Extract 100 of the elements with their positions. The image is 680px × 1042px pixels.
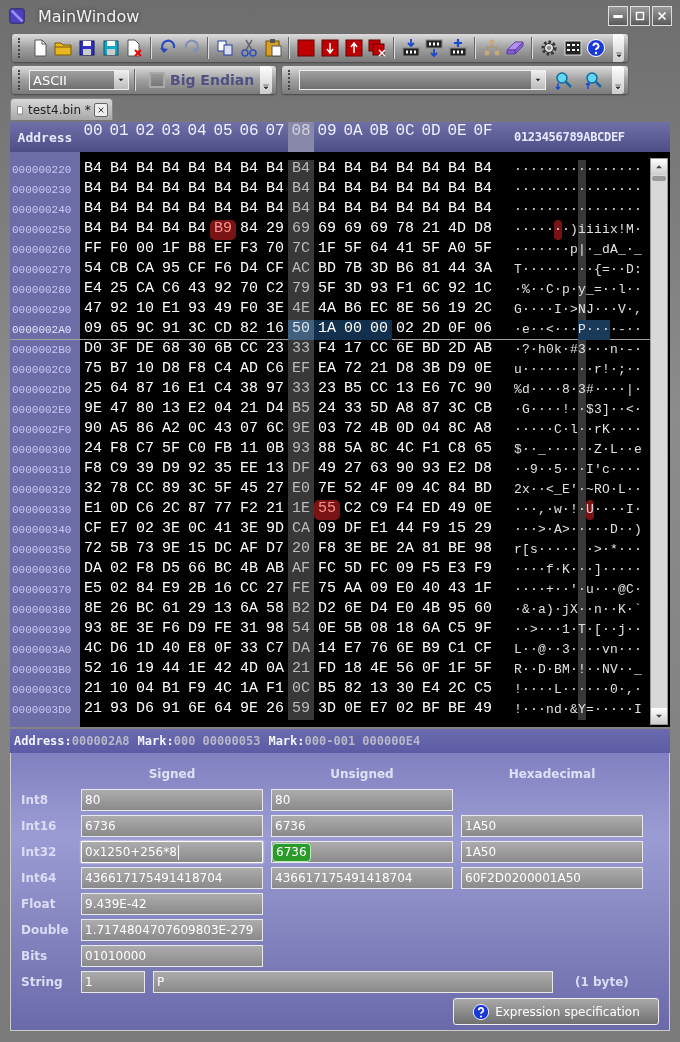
hex-byte[interactable]: B4: [236, 160, 262, 180]
hex-byte[interactable]: 73: [132, 540, 158, 560]
hex-byte[interactable]: 4C: [80, 640, 106, 660]
scrollbar[interactable]: [650, 158, 668, 725]
hex-byte[interactable]: D2: [314, 600, 340, 620]
hex-byte[interactable]: F8: [132, 560, 158, 580]
hex-byte[interactable]: 4B: [418, 600, 444, 620]
hex-byte[interactable]: 2A: [392, 540, 418, 560]
hex-byte[interactable]: E0: [288, 480, 314, 500]
hex-byte[interactable]: CB: [106, 260, 132, 280]
hex-byte[interactable]: 9F: [470, 620, 496, 640]
hex-byte[interactable]: BF: [418, 700, 444, 720]
hex-byte[interactable]: 0B: [262, 440, 288, 460]
hex-byte[interactable]: 29: [262, 220, 288, 240]
hex-byte[interactable]: D9: [158, 460, 184, 480]
hex-byte[interactable]: 02: [106, 580, 132, 600]
hex-byte[interactable]: B4: [236, 180, 262, 200]
hex-byte[interactable]: B4: [288, 180, 314, 200]
hex-byte[interactable]: 2C: [158, 500, 184, 520]
tab-close-button[interactable]: [93, 102, 108, 117]
hex-byte[interactable]: 93: [80, 620, 106, 640]
hex-byte[interactable]: CB: [470, 400, 496, 420]
hex-byte[interactable]: E7: [340, 640, 366, 660]
hex-byte[interactable]: 54: [288, 620, 314, 640]
hex-byte[interactable]: 02: [106, 560, 132, 580]
hex-byte[interactable]: C0: [184, 440, 210, 460]
hex-byte[interactable]: D6: [106, 640, 132, 660]
hex-byte[interactable]: 1F: [314, 240, 340, 260]
hex-byte[interactable]: 84: [132, 580, 158, 600]
hex-byte[interactable]: 5D: [340, 560, 366, 580]
hex-byte[interactable]: B4: [444, 160, 470, 180]
hex-byte[interactable]: 21: [262, 500, 288, 520]
hex-byte[interactable]: 4C: [392, 440, 418, 460]
hex-byte[interactable]: 9E: [80, 400, 106, 420]
hex-byte[interactable]: FC: [366, 560, 392, 580]
hex-byte[interactable]: 23: [314, 380, 340, 400]
hex-byte[interactable]: 69: [366, 220, 392, 240]
hex-byte[interactable]: 0C: [184, 520, 210, 540]
hex-byte[interactable]: 7C: [288, 240, 314, 260]
hex-byte[interactable]: 55: [314, 500, 340, 520]
hex-byte[interactable]: 03: [314, 420, 340, 440]
hex-byte[interactable]: E1: [366, 520, 392, 540]
hex-byte[interactable]: 0D: [392, 420, 418, 440]
hex-byte[interactable]: D8: [470, 220, 496, 240]
hex-byte[interactable]: 68: [158, 340, 184, 360]
hex-byte[interactable]: B4: [288, 200, 314, 220]
hex-byte[interactable]: 5F: [210, 480, 236, 500]
hex-byte[interactable]: 93: [184, 300, 210, 320]
hex-byte[interactable]: CA: [132, 260, 158, 280]
hex-byte[interactable]: E7: [366, 700, 392, 720]
hex-byte[interactable]: B4: [470, 160, 496, 180]
hex-byte[interactable]: F2: [236, 500, 262, 520]
hex-byte[interactable]: 2D: [418, 320, 444, 340]
hex-byte[interactable]: 49: [470, 700, 496, 720]
hex-byte[interactable]: 43: [444, 580, 470, 600]
hex-byte[interactable]: 92: [106, 300, 132, 320]
hex-byte[interactable]: 09: [80, 320, 106, 340]
hex-byte[interactable]: 15: [444, 520, 470, 540]
hex-byte[interactable]: AF: [288, 560, 314, 580]
hex-byte[interactable]: 06: [470, 320, 496, 340]
hex-byte[interactable]: 3E: [340, 540, 366, 560]
hex-byte[interactable]: F1: [418, 440, 444, 460]
hex-byte[interactable]: 43: [210, 420, 236, 440]
hex-byte[interactable]: 79: [288, 280, 314, 300]
hex-byte[interactable]: 41: [210, 520, 236, 540]
hex-byte[interactable]: 0E: [314, 620, 340, 640]
hex-byte[interactable]: D5: [158, 560, 184, 580]
hex-byte[interactable]: F9: [470, 560, 496, 580]
column-header[interactable]: 07: [262, 122, 288, 152]
hex-byte[interactable]: B4: [366, 180, 392, 200]
hex-byte[interactable]: 59: [288, 700, 314, 720]
hex-byte[interactable]: 1E: [184, 660, 210, 680]
hex-byte[interactable]: 78: [106, 480, 132, 500]
hex-byte[interactable]: 9C: [132, 320, 158, 340]
hex-byte[interactable]: 3D: [340, 280, 366, 300]
hex-byte[interactable]: 8E: [392, 300, 418, 320]
hex-byte[interactable]: 41: [392, 240, 418, 260]
column-header[interactable]: 03: [158, 122, 184, 152]
hex-byte[interactable]: F6: [210, 260, 236, 280]
hex-byte[interactable]: 95: [444, 600, 470, 620]
checkbox[interactable]: [149, 72, 165, 88]
hex-byte[interactable]: 2D: [444, 340, 470, 360]
hex-byte[interactable]: 72: [340, 420, 366, 440]
hex-byte[interactable]: C6: [132, 500, 158, 520]
hex-byte[interactable]: B4: [158, 160, 184, 180]
hex-byte[interactable]: 21: [418, 220, 444, 240]
hex-byte[interactable]: 92: [210, 280, 236, 300]
hex-byte[interactable]: 24: [80, 440, 106, 460]
hex-byte[interactable]: 33: [236, 640, 262, 660]
hex-byte[interactable]: 4B: [236, 560, 262, 580]
minimize-button[interactable]: [608, 6, 628, 26]
square-up-arrow-icon[interactable]: [342, 36, 365, 60]
hex-byte[interactable]: 5F: [418, 240, 444, 260]
hex-byte[interactable]: D4: [236, 260, 262, 280]
hex-byte[interactable]: 45: [236, 480, 262, 500]
hex-byte[interactable]: A2: [158, 420, 184, 440]
hex-byte[interactable]: 7C: [444, 380, 470, 400]
hex-byte[interactable]: BE: [444, 540, 470, 560]
hex-byte[interactable]: 0C: [184, 420, 210, 440]
hex-byte[interactable]: 80: [132, 400, 158, 420]
